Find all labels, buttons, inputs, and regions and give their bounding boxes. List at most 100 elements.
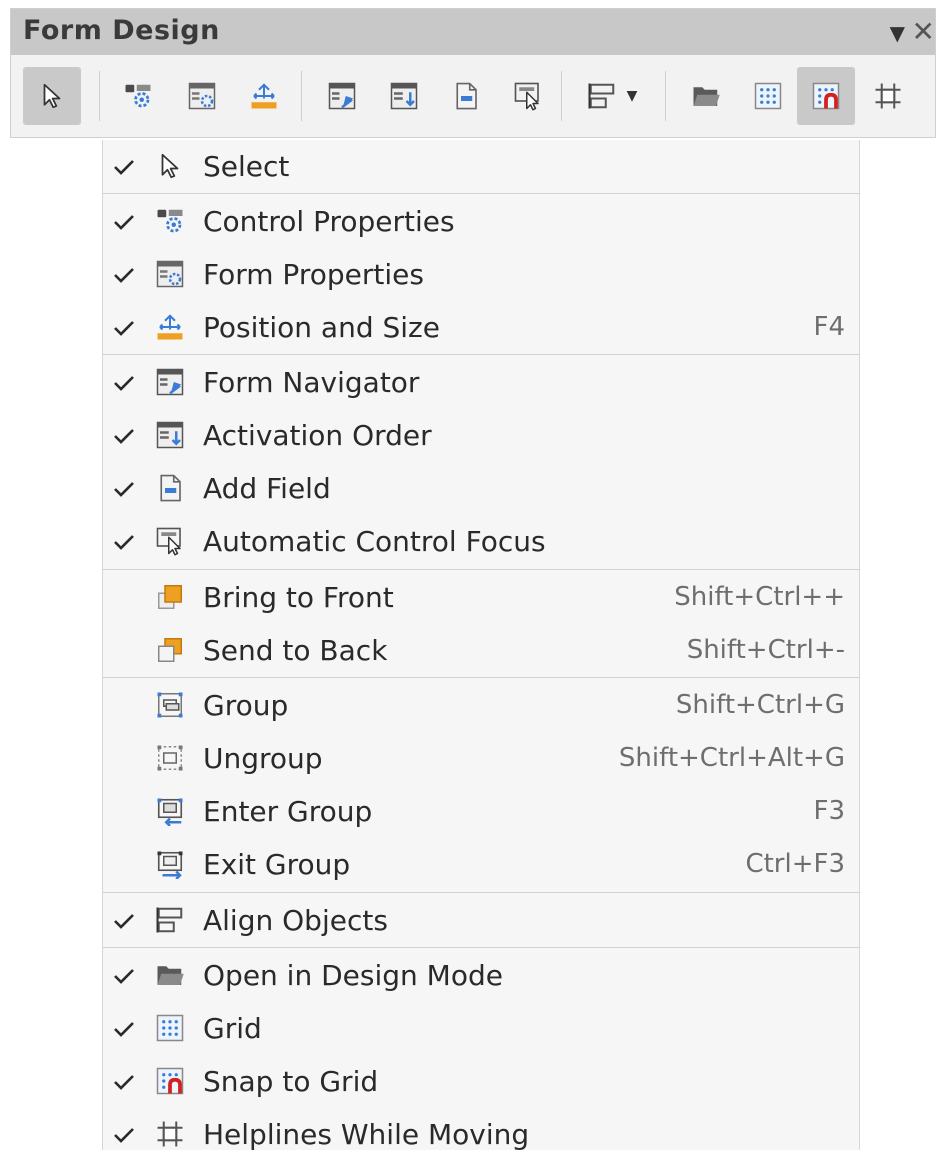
helplines-icon: [873, 81, 903, 111]
control-properties-icon: [123, 81, 153, 111]
toolbar-title-bar[interactable]: Form Design ▼ ✕: [11, 9, 935, 55]
control-properties-icon: [155, 206, 185, 236]
menu-item-label: Control Properties: [203, 205, 455, 238]
checkmark-icon: [109, 301, 139, 354]
menu-item-open-in-design-mode[interactable]: Open in Design Mode: [103, 949, 859, 1002]
folder-icon: [155, 960, 185, 990]
menu-item-label: Helplines While Moving: [203, 1118, 530, 1150]
menu-item-shortcut: F3: [813, 796, 846, 826]
menu-item-label: Bring to Front: [203, 581, 394, 614]
menu-item-label: Position and Size: [203, 311, 440, 344]
menu-item-form-navigator[interactable]: Form Navigator: [103, 356, 859, 409]
form-navigator-icon: [155, 367, 185, 397]
menu-separator: [103, 354, 859, 355]
enter-group-icon: [155, 796, 185, 827]
toolbar-dropdown-icon[interactable]: ▼: [890, 21, 905, 45]
menu-item-label: Form Properties: [203, 258, 424, 291]
menu-item-exit-group[interactable]: Exit Group Ctrl+F3: [103, 838, 859, 891]
toolbar-separator: [561, 71, 562, 121]
send-back-icon: [155, 635, 185, 665]
checkmark-icon: [109, 949, 139, 1002]
position-size-button[interactable]: [235, 67, 293, 125]
checkmark-icon: [109, 1002, 139, 1055]
toolbar-separator: [301, 71, 302, 121]
menu-item-label: Ungroup: [203, 742, 323, 775]
pointer-icon: [155, 151, 185, 181]
menu-separator: [103, 892, 859, 893]
menu-item-send-to-back[interactable]: Send to Back Shift+Ctrl+-: [103, 624, 859, 677]
grid-icon: [155, 1013, 185, 1043]
grid-icon: [753, 81, 783, 111]
menu-item-activation-order[interactable]: Activation Order: [103, 409, 859, 462]
menu-item-ungroup[interactable]: Ungroup Shift+Ctrl+Alt+G: [103, 732, 859, 785]
align-objects-icon: [587, 81, 617, 111]
toolbar-context-menu: Select Control Properties Form Properties P…: [102, 140, 860, 1150]
auto-focus-icon: [155, 526, 185, 556]
add-field-button[interactable]: [437, 67, 495, 125]
menu-item-select[interactable]: Select: [103, 140, 859, 193]
menu-item-label: Exit Group: [203, 848, 351, 881]
snap-grid-icon: [155, 1066, 185, 1096]
form-design-toolbar: Form Design ▼ ✕ ▼: [10, 8, 936, 138]
snap-to-grid-button[interactable]: [797, 67, 855, 125]
menu-item-shortcut: Shift+Ctrl+-: [686, 635, 845, 665]
menu-item-label: Automatic Control Focus: [203, 525, 546, 558]
checkmark-icon: [109, 515, 139, 568]
form-properties-button[interactable]: [173, 67, 231, 125]
checkmark-icon: [109, 894, 139, 947]
menu-item-shortcut: F4: [813, 312, 846, 342]
form-properties-icon: [155, 259, 185, 289]
form-navigator-button[interactable]: [313, 67, 371, 125]
menu-item-label: Send to Back: [203, 634, 388, 667]
checkmark-icon: [109, 356, 139, 409]
menu-item-label: Select: [203, 150, 290, 183]
snap-grid-icon: [811, 81, 841, 111]
position-size-icon: [155, 312, 185, 342]
menu-item-shortcut: Shift+Ctrl+G: [675, 690, 845, 720]
menu-item-bring-to-front[interactable]: Bring to Front Shift+Ctrl++: [103, 571, 859, 624]
menu-item-enter-group[interactable]: Enter Group F3: [103, 785, 859, 838]
activation-order-icon: [389, 81, 419, 111]
menu-separator: [103, 947, 859, 948]
activation-order-button[interactable]: [375, 67, 433, 125]
menu-item-group[interactable]: Group Shift+Ctrl+G: [103, 679, 859, 732]
menu-item-helplines-while-moving[interactable]: Helplines While Moving: [103, 1108, 859, 1150]
align-objects-icon: [155, 905, 185, 935]
menu-item-form-properties[interactable]: Form Properties: [103, 248, 859, 301]
select-tool-button[interactable]: [23, 67, 81, 125]
activation-order-icon: [155, 420, 185, 450]
group-icon: [155, 690, 185, 720]
menu-separator: [103, 677, 859, 678]
open-design-mode-button[interactable]: [677, 67, 735, 125]
auto-focus-button[interactable]: [499, 67, 557, 125]
menu-item-align-objects[interactable]: Align Objects: [103, 894, 859, 947]
menu-item-label: Group: [203, 689, 289, 722]
chevron-down-icon[interactable]: ▼: [627, 88, 638, 104]
menu-item-automatic-control-focus[interactable]: Automatic Control Focus: [103, 515, 859, 568]
add-field-icon: [451, 81, 481, 111]
checkmark-icon: [109, 1055, 139, 1108]
form-properties-icon: [187, 81, 217, 111]
checkmark-icon: [109, 1108, 139, 1150]
exit-group-icon: [155, 849, 185, 880]
helplines-icon: [155, 1119, 185, 1149]
position-size-icon: [249, 81, 279, 111]
menu-item-shortcut: Ctrl+F3: [745, 849, 845, 879]
menu-item-label: Align Objects: [203, 904, 388, 937]
menu-item-position-and-size[interactable]: Position and Size F4: [103, 301, 859, 354]
menu-item-grid[interactable]: Grid: [103, 1002, 859, 1055]
toolbar-close-icon[interactable]: ✕: [912, 15, 935, 48]
menu-item-add-field[interactable]: Add Field: [103, 462, 859, 515]
checkmark-icon: [109, 195, 139, 248]
grid-button[interactable]: [739, 67, 797, 125]
add-field-icon: [155, 473, 185, 503]
control-properties-button[interactable]: [109, 67, 167, 125]
align-objects-button[interactable]: ▼: [571, 67, 653, 125]
helplines-button[interactable]: [859, 67, 917, 125]
menu-item-snap-to-grid[interactable]: Snap to Grid: [103, 1055, 859, 1108]
menu-separator: [103, 193, 859, 194]
menu-item-shortcut: Shift+Ctrl++: [674, 582, 845, 612]
menu-item-control-properties[interactable]: Control Properties: [103, 195, 859, 248]
menu-item-label: Enter Group: [203, 795, 373, 828]
checkmark-icon: [109, 409, 139, 462]
